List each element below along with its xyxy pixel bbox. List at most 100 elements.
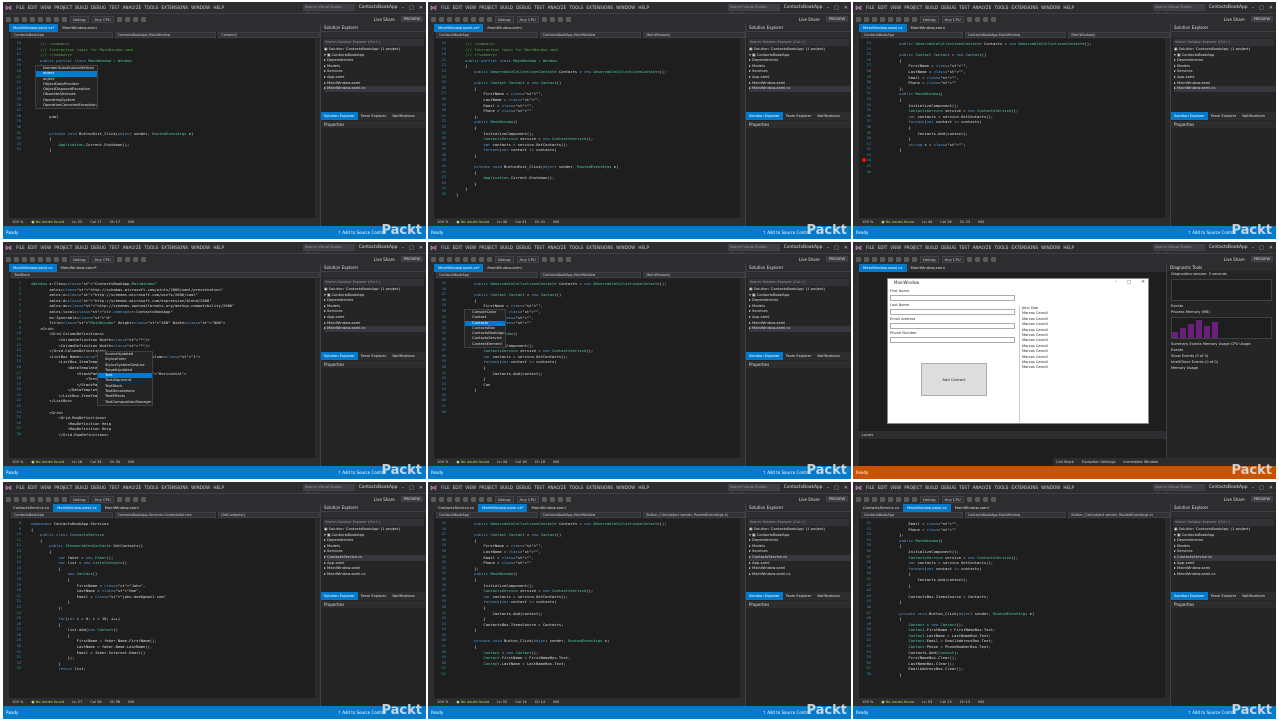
menu-item-analyze[interactable]: ANALYZE xyxy=(548,245,567,250)
search-input[interactable]: Search Visual Studio (Ctrl+Q) xyxy=(1152,4,1205,16)
toolbar-icon[interactable] xyxy=(439,256,444,262)
toolbar-icon[interactable] xyxy=(974,16,980,22)
toolbar-icon[interactable] xyxy=(872,256,877,262)
search-input[interactable]: Search Visual Studio (Ctrl+Q) xyxy=(302,244,355,256)
live-share-button[interactable]: Live Share xyxy=(799,17,820,22)
menu-item-help[interactable]: HELP xyxy=(213,245,224,250)
toolbar-icon[interactable] xyxy=(431,256,436,262)
search-input[interactable]: Search Visual Studio (Ctrl+Q) xyxy=(1152,244,1205,256)
menu-item-view[interactable]: VIEW xyxy=(465,245,476,250)
explorer-tab[interactable]: Notifications xyxy=(1239,112,1268,120)
maximize-icon[interactable]: □ xyxy=(834,5,839,11)
text-field[interactable] xyxy=(890,337,1015,343)
menu-item-debug[interactable]: DEBUG xyxy=(91,485,106,490)
code-editor[interactable]: 31 32 33 34 35 36 37 38 39 40 41 42 43 4… xyxy=(859,519,1170,698)
toolbar-icon[interactable] xyxy=(14,16,19,22)
menu-item-view[interactable]: VIEW xyxy=(40,245,51,250)
menu-item-tools[interactable]: TOOLS xyxy=(144,485,158,490)
nav-dropdown[interactable]: ContactsBookApp.MainWindow xyxy=(964,32,1067,38)
close-icon[interactable]: ✕ xyxy=(844,5,848,11)
nav-dropdown[interactable]: ContactsBookApp.MainWindow xyxy=(539,32,642,38)
toolbar-icon[interactable] xyxy=(455,496,460,502)
menu-item-file[interactable]: FILE xyxy=(441,245,450,250)
config-select[interactable]: Debug xyxy=(495,495,514,503)
menu-item-project[interactable]: PROJECT xyxy=(904,5,922,10)
toolbar-icon[interactable] xyxy=(14,256,19,262)
toolbar-icon[interactable] xyxy=(455,16,460,22)
menu-item-tools[interactable]: TOOLS xyxy=(144,5,158,10)
code-text[interactable]: /// <summary> /// Interaction logic for … xyxy=(456,41,739,198)
contacts-listbox[interactable]: John Doe Marcos Carroll Marcos Carroll Marc… xyxy=(1019,306,1147,422)
add-to-source-control-button[interactable]: ↑ Add to Source Control xyxy=(1188,230,1236,235)
maximize-icon[interactable]: □ xyxy=(409,245,414,251)
nav-dropdown[interactable]: ContactsBookApp xyxy=(11,32,113,38)
close-icon[interactable]: ✕ xyxy=(1269,245,1273,251)
config-select[interactable]: Debug xyxy=(495,255,514,263)
explorer-tab[interactable]: Solution Explorer xyxy=(746,352,783,360)
document-tab[interactable]: MainWindow.xaml xyxy=(483,264,525,272)
menu-item-view[interactable]: VIEW xyxy=(40,485,51,490)
document-tab[interactable]: MainWindow.xaml.cs xyxy=(903,504,951,512)
toolbar-icon[interactable] xyxy=(864,16,869,22)
menu-item-extensions[interactable]: EXTENSIONS xyxy=(586,245,613,250)
close-icon[interactable]: ✕ xyxy=(1269,485,1273,491)
nav-dropdown[interactable]: Button_Click(object sender, RoutedEventA… xyxy=(643,512,746,518)
intellisense-item[interactable]: OperationCanceledException xyxy=(36,103,97,108)
toolbar-icon[interactable] xyxy=(864,496,869,502)
explorer-tab[interactable]: Solution Explorer xyxy=(746,592,783,600)
minimize-icon[interactable]: – xyxy=(827,245,830,251)
nav-dropdown[interactable]: ContactsBookApp xyxy=(436,512,538,518)
search-input[interactable]: Search Visual Studio (Ctrl+Q) xyxy=(1152,484,1205,496)
code-editor[interactable]: 18 19 20 21 22 23 24 25 26 27 28 29 30 3… xyxy=(434,39,745,218)
live-share-button[interactable]: Live Share xyxy=(374,17,395,22)
maximize-icon[interactable]: □ xyxy=(1259,5,1264,11)
toolbar-icon[interactable] xyxy=(990,256,996,262)
document-tab[interactable]: MainWindow.xaml.cs xyxy=(9,264,57,272)
code-text[interactable]: public ObservableCollection<Contact> Con… xyxy=(881,41,1164,170)
explorer-tab[interactable]: Team Explorer xyxy=(1208,592,1240,600)
menu-item-window[interactable]: WINDOW xyxy=(191,485,210,490)
add-to-source-control-button[interactable]: ↑ Add to Source Control xyxy=(763,230,811,235)
toolbar-icon[interactable] xyxy=(872,496,877,502)
platform-select[interactable]: Any CPU xyxy=(516,15,539,23)
nav-dropdown[interactable]: MainWindow() xyxy=(643,32,746,38)
live-share-button[interactable]: Live Share xyxy=(1224,257,1245,262)
menu-item-edit[interactable]: EDIT xyxy=(453,5,463,10)
live-share-button[interactable]: Live Share xyxy=(374,497,395,502)
tree-node[interactable]: ▸ MainWindow.xaml.cs xyxy=(1174,86,1276,92)
config-select[interactable]: Debug xyxy=(70,15,89,23)
explorer-tab[interactable]: Solution Explorer xyxy=(321,352,358,360)
menu-item-project[interactable]: PROJECT xyxy=(479,245,497,250)
menu-item-analyze[interactable]: ANALYZE xyxy=(123,485,142,490)
nav-dropdown[interactable]: ContactsBookApp xyxy=(436,32,538,38)
menu-item-debug[interactable]: DEBUG xyxy=(91,245,106,250)
menu-item-debug[interactable]: DEBUG xyxy=(516,5,531,10)
toolbar-icon[interactable] xyxy=(54,256,59,262)
menu-item-edit[interactable]: EDIT xyxy=(453,485,463,490)
toolbar-icon[interactable] xyxy=(541,16,547,22)
maximize-icon[interactable]: □ xyxy=(409,5,414,11)
menu-item-build[interactable]: BUILD xyxy=(925,5,938,10)
menu-item-build[interactable]: BUILD xyxy=(75,5,88,10)
nav-dropdown[interactable]: ContactsBookApp.MainWindow xyxy=(114,32,217,38)
toolbar-icon[interactable] xyxy=(30,256,35,262)
minimize-icon[interactable]: – xyxy=(402,485,405,491)
text-field[interactable] xyxy=(890,309,1015,315)
toolbar-icon[interactable] xyxy=(974,496,980,502)
menu-item-tools[interactable]: TOOLS xyxy=(144,245,158,250)
bottom-tab[interactable]: Call Stack xyxy=(1056,460,1074,464)
solution-search-input[interactable]: Search Solution Explorer (Ctrl+;) xyxy=(1173,519,1274,526)
document-tab[interactable]: MainWindow.xaml xyxy=(907,24,949,32)
explorer-tab[interactable]: Notifications xyxy=(389,112,418,120)
solution-search-input[interactable]: Search Solution Explorer (Ctrl+;) xyxy=(323,519,424,526)
code-editor[interactable]: 25 26 27 28 29 30 31 32 33 34 35 36 37 3… xyxy=(434,279,745,458)
toolbar-icon[interactable] xyxy=(541,496,547,502)
menu-item-edit[interactable]: EDIT xyxy=(28,245,38,250)
add-contact-button[interactable]: Add Contact xyxy=(921,363,987,396)
document-tab[interactable]: MainWindow.xaml.cs xyxy=(859,264,907,272)
nav-dropdown[interactable]: MainWindow() xyxy=(1068,32,1171,38)
menu-item-window[interactable]: WINDOW xyxy=(191,245,210,250)
menu-item-analyze[interactable]: ANALYZE xyxy=(548,485,567,490)
toolbar-icon[interactable] xyxy=(22,496,27,502)
solution-search-input[interactable]: Search Solution Explorer (Ctrl+;) xyxy=(1173,39,1274,46)
